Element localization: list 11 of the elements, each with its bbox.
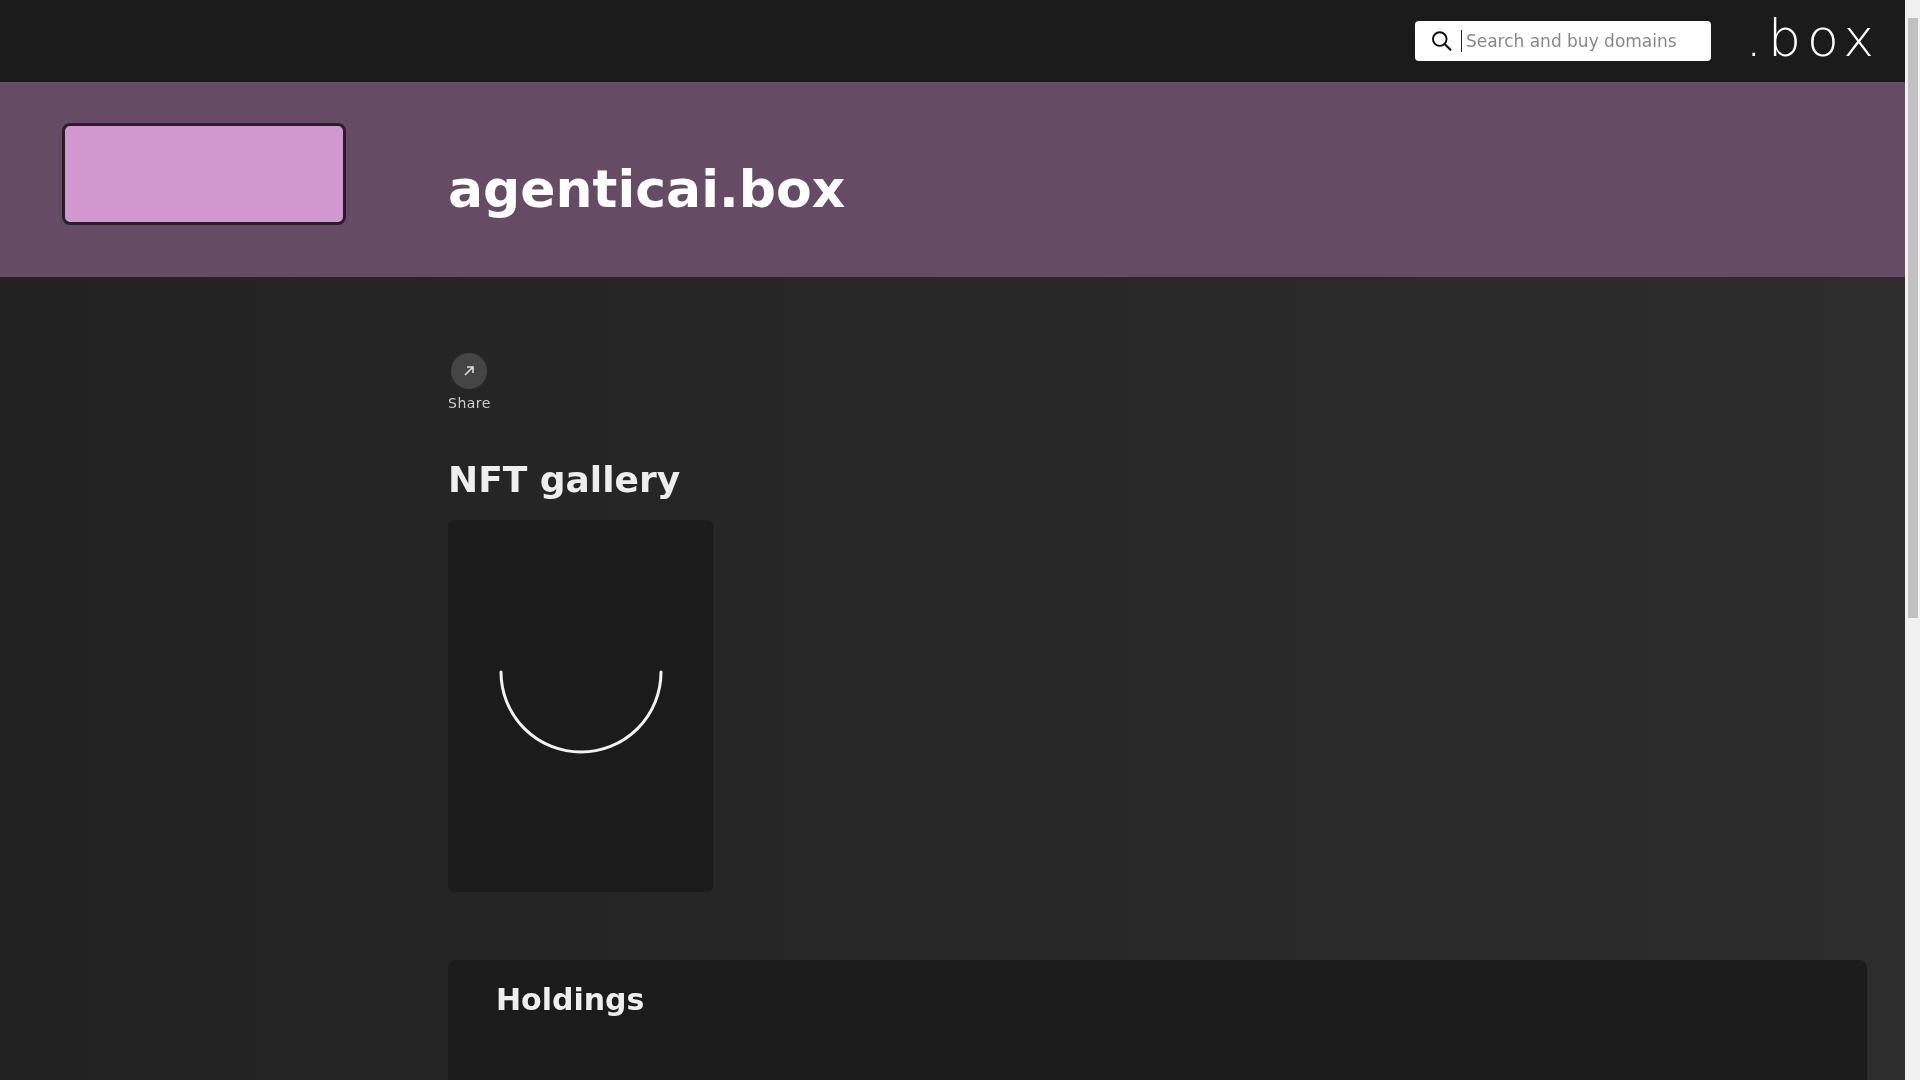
domain-title: agenticai.box xyxy=(448,158,846,220)
search-field[interactable]: Search and buy domains xyxy=(1415,20,1712,61)
scrollbar[interactable] xyxy=(1905,0,1920,1080)
search-icon xyxy=(1431,29,1453,52)
logo[interactable]: .box xyxy=(1745,11,1880,64)
section-heading: NFT gallery xyxy=(448,459,681,500)
section-heading: Holdings xyxy=(496,982,646,1017)
nft-card[interactable] xyxy=(448,520,713,892)
spinner-icon xyxy=(498,670,663,754)
arrow-icon xyxy=(463,365,476,377)
scrollbar-thumb[interactable] xyxy=(1907,18,1918,618)
